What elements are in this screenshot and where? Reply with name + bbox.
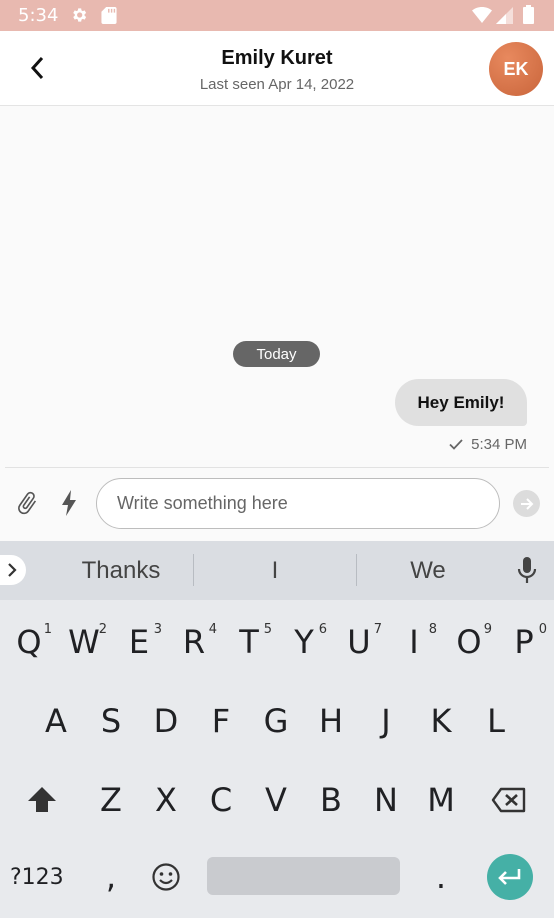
- key-b[interactable]: B: [306, 770, 356, 830]
- send-button[interactable]: [513, 490, 540, 517]
- key-q[interactable]: Q1: [4, 612, 54, 672]
- message-list[interactable]: Today Hey Emily! 5:34 PM: [0, 106, 554, 468]
- key-k[interactable]: K: [416, 691, 466, 751]
- key-i[interactable]: I8: [389, 612, 439, 672]
- key-e[interactable]: E3: [114, 612, 164, 672]
- key-w[interactable]: W2: [59, 612, 109, 672]
- avatar[interactable]: EK: [489, 42, 543, 96]
- message-input[interactable]: [96, 478, 500, 529]
- wifi-icon: [472, 7, 492, 23]
- message-time: 5:34 PM: [471, 436, 527, 453]
- key-z[interactable]: Z: [86, 770, 136, 830]
- period-key[interactable]: .: [416, 847, 466, 907]
- last-seen-text: Last seen Apr 14, 2022: [199, 76, 355, 93]
- key-h[interactable]: H: [306, 691, 356, 751]
- backspace-icon: [491, 787, 526, 813]
- suggestion-bar: Thanks I We: [0, 541, 554, 600]
- comma-key[interactable]: ,: [86, 847, 136, 907]
- key-g[interactable]: G: [251, 691, 301, 751]
- symbols-key[interactable]: ?123: [10, 857, 76, 897]
- key-v[interactable]: V: [251, 770, 301, 830]
- microphone-icon[interactable]: [514, 556, 540, 584]
- date-separator: Today: [233, 341, 320, 367]
- signal-icon: [496, 7, 513, 24]
- suggestion-3[interactable]: We: [368, 557, 488, 585]
- key-o[interactable]: O9: [444, 612, 494, 672]
- message-composer: [0, 468, 554, 541]
- key-j[interactable]: J: [361, 691, 411, 751]
- chat-header: Emily Kuret Last seen Apr 14, 2022 EK: [0, 31, 554, 106]
- backspace-key[interactable]: [484, 770, 534, 830]
- suggestion-1[interactable]: Thanks: [61, 557, 181, 585]
- status-bar: 5:34: [0, 0, 554, 31]
- arrow-right-icon: [520, 497, 533, 510]
- contact-name: Emily Kuret: [221, 47, 333, 69]
- key-y[interactable]: Y6: [279, 612, 329, 672]
- enter-icon: [498, 869, 521, 885]
- suggestion-divider: [356, 554, 357, 586]
- key-m[interactable]: M: [416, 770, 466, 830]
- suggestion-divider: [193, 554, 194, 586]
- emoji-icon: [152, 863, 180, 891]
- key-p[interactable]: P0: [499, 612, 549, 672]
- shift-key[interactable]: [17, 770, 67, 830]
- key-r[interactable]: R4: [169, 612, 219, 672]
- chevron-right-icon: [8, 563, 17, 577]
- key-x[interactable]: X: [141, 770, 191, 830]
- key-f[interactable]: F: [196, 691, 246, 751]
- suggestion-2[interactable]: I: [215, 557, 335, 585]
- check-icon: [449, 439, 463, 450]
- paperclip-icon[interactable]: [14, 490, 40, 516]
- key-n[interactable]: N: [361, 770, 411, 830]
- key-u[interactable]: U7: [334, 612, 384, 672]
- key-d[interactable]: D: [141, 691, 191, 751]
- status-time: 5:34: [18, 5, 59, 26]
- key-t[interactable]: T5: [224, 612, 274, 672]
- sd-card-icon: [101, 7, 117, 24]
- key-s[interactable]: S: [86, 691, 136, 751]
- shift-icon: [28, 787, 56, 812]
- lightning-icon[interactable]: [60, 490, 78, 516]
- battery-icon: [523, 5, 534, 24]
- gear-icon: [73, 8, 87, 22]
- soft-keyboard: Thanks I We Q1 W2 E3 R4 T5 Y6 U7 I8 O9 P…: [0, 541, 554, 918]
- message-meta: 5:34 PM: [449, 436, 527, 453]
- enter-key[interactable]: [487, 854, 533, 900]
- emoji-key[interactable]: [141, 847, 191, 907]
- key-l[interactable]: L: [471, 691, 521, 751]
- expand-toolbar-button[interactable]: [0, 555, 26, 585]
- outgoing-message-bubble[interactable]: Hey Emily!: [395, 379, 527, 426]
- key-c[interactable]: C: [196, 770, 246, 830]
- key-a[interactable]: A: [31, 691, 81, 751]
- space-key[interactable]: [207, 857, 400, 895]
